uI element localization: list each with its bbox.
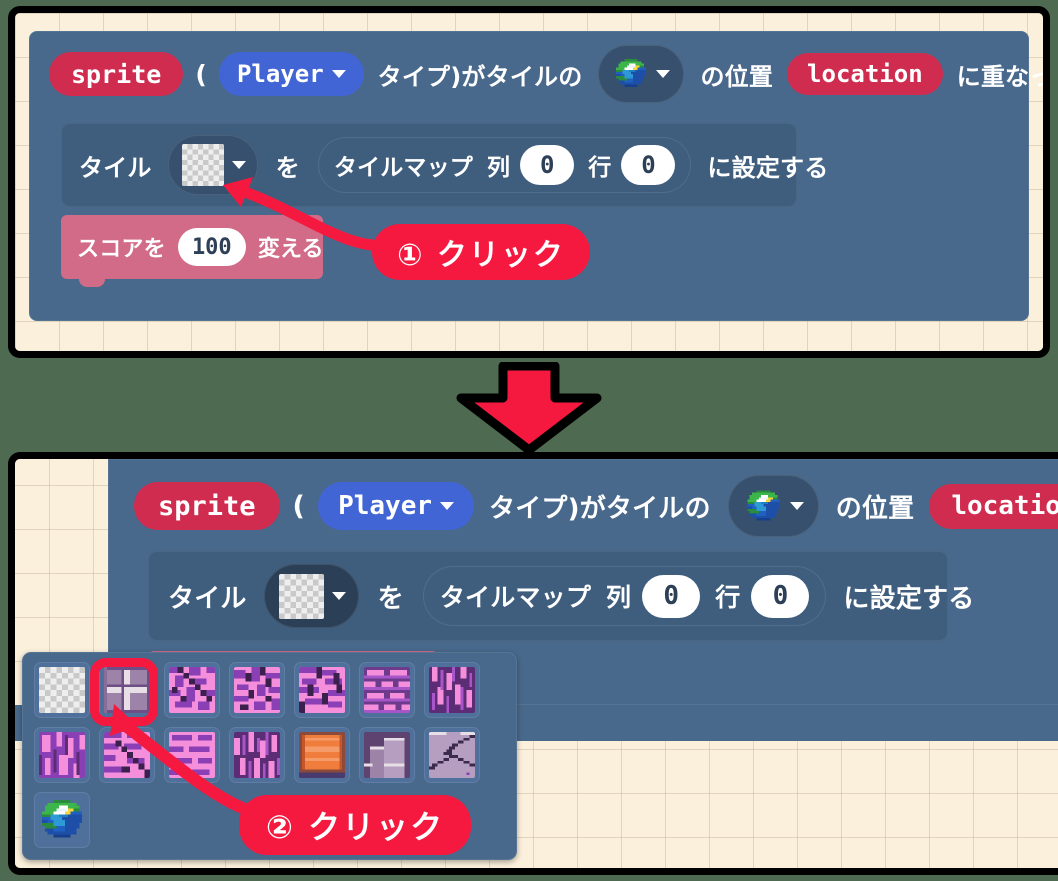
tile-swatch-dropdown[interactable] [167, 135, 258, 195]
score-value-input[interactable]: 100 [177, 228, 246, 266]
score-suffix: 変える [257, 237, 324, 262]
chevron-down-icon [231, 161, 246, 169]
tile-wall-cross-icon [299, 667, 345, 713]
position-text-bottom: の位置 [835, 493, 915, 524]
tile-wall-vert2-icon [39, 732, 85, 778]
tile-wall-diag3-icon [104, 732, 150, 778]
set-suffix-text-bottom: に設定する [843, 583, 975, 614]
transparent-checker-icon [278, 573, 324, 619]
set-suffix-text: に設定する [707, 153, 829, 182]
position-text: の位置 [700, 62, 774, 91]
tile-kind-dropdown[interactable] [598, 45, 685, 103]
tile-floor-4pane-icon [104, 667, 150, 713]
tutorial-screenshot: sprite ( Player タイプ)がタイルの の位置 location に… [0, 0, 1058, 881]
change-score-block-top[interactable]: スコアを 100 変える [61, 215, 324, 287]
tile-swatch-dropdown-bottom[interactable] [263, 564, 359, 628]
down-arrow-icon [456, 362, 602, 454]
palette-row-2 [34, 727, 517, 783]
tilemap-location-arg-bottom[interactable]: タイルマップ 列 0 行 0 [422, 566, 827, 626]
tile-brick-row-icon [364, 667, 410, 713]
palette-tile-dungeon-floor-crack[interactable] [424, 727, 480, 783]
tile-label: タイル [79, 153, 152, 182]
col-value-input[interactable]: 0 [520, 145, 575, 185]
panel-before-click: sprite ( Player タイプ)がタイルの の位置 location に… [8, 6, 1050, 358]
tile-label-bottom: タイル [168, 583, 247, 614]
score-prefix: スコアを [77, 237, 166, 262]
palette-tile-dungeon-wall-diag1[interactable] [164, 662, 220, 718]
tile-brick-row2-icon [169, 732, 215, 778]
tile-stairs-icon [364, 732, 410, 778]
tilemap-label-bottom: タイルマップ [439, 583, 592, 612]
type-suffix-text-bottom: タイプ)がタイルの [489, 493, 711, 524]
row-value-input[interactable]: 0 [621, 145, 676, 185]
palette-tile-dungeon-brick-row[interactable] [359, 662, 415, 718]
sprite-type-dropdown[interactable]: Player [218, 52, 364, 96]
tilemap-location-arg[interactable]: タイルマップ 列 0 行 0 [317, 137, 692, 193]
location-label-bottom: location [929, 483, 1058, 529]
sprite-type-value: Player [236, 60, 324, 88]
col-value-input-bottom[interactable]: 0 [642, 574, 701, 618]
earth-globe-icon [616, 59, 647, 87]
wo-particle: を [275, 153, 300, 182]
block-notch [79, 278, 105, 287]
palette-tile-transparency16[interactable] [34, 662, 90, 718]
palette-tile-dungeon-stairs[interactable] [359, 727, 415, 783]
chevron-down-icon [331, 592, 346, 600]
chevron-down-icon [440, 502, 455, 510]
palette-tile-dungeon-wall-vert3[interactable] [229, 727, 285, 783]
callout-step-2: ② クリック [239, 795, 471, 855]
set-tile-block-top[interactable]: タイル を タイルマップ 列 0 行 0 に設定する [61, 123, 828, 207]
tile-kind-dropdown-bottom[interactable] [727, 475, 819, 537]
type-suffix-text: タイプ)がタイルの [377, 62, 583, 91]
tile-wall-diag2-icon [234, 667, 280, 713]
earth-globe-icon [747, 489, 780, 520]
row-label: 行 [588, 155, 612, 181]
palette-row-1 [34, 662, 517, 718]
wo-particle-bottom: を [377, 583, 404, 614]
tile-wall-diag-icon [169, 667, 215, 713]
palette-tile-dungeon-floor-light[interactable] [99, 662, 155, 718]
tile-wall-vert-icon [429, 667, 475, 713]
chevron-down-icon [656, 70, 671, 78]
palette-tile-earth-globe[interactable] [34, 792, 90, 848]
set-tile-block-bottom[interactable]: タイル を タイルマップ 列 0 行 0 に設定する [148, 551, 974, 641]
tile-floor-crack-icon [429, 732, 475, 778]
palette-tile-dungeon-wall-vert[interactable] [424, 662, 480, 718]
palette-tile-dungeon-brick-row2[interactable] [164, 727, 220, 783]
transparent-checker-icon [39, 667, 85, 713]
chevron-down-icon [331, 70, 346, 78]
col-label-bottom: 列 [606, 583, 632, 612]
tile-crate-orange-icon [299, 732, 345, 778]
sprite-type-dropdown-bottom[interactable]: Player [318, 482, 475, 530]
row-label-bottom: 行 [715, 583, 741, 612]
earth-globe-icon [41, 799, 83, 838]
col-label: 列 [487, 155, 511, 181]
tile-wall-vert3-icon [234, 732, 280, 778]
tilemap-label: タイルマップ [333, 155, 474, 181]
sprite-label-bottom: sprite [134, 482, 280, 530]
sprite-label: sprite [49, 52, 184, 96]
palette-tile-dungeon-wall-diag3[interactable] [99, 727, 155, 783]
transparent-checker-icon [181, 144, 224, 186]
callout-step-1: ① クリック [372, 224, 590, 280]
paren-open-bottom: ( [292, 490, 306, 522]
location-label: location [787, 53, 943, 95]
chevron-down-icon [789, 502, 804, 510]
palette-tile-dungeon-wall-diag2[interactable] [229, 662, 285, 718]
row-value-input-bottom[interactable]: 0 [751, 574, 810, 618]
palette-tile-dungeon-crate-orange[interactable] [294, 727, 350, 783]
sprite-type-value-bottom: Player [338, 491, 433, 521]
palette-tile-dungeon-wall-vert2[interactable] [34, 727, 90, 783]
palette-tile-dungeon-wall-cross[interactable] [294, 662, 350, 718]
paren-open: ( [195, 59, 207, 89]
overlap-text: に重なった時 [956, 62, 1043, 91]
